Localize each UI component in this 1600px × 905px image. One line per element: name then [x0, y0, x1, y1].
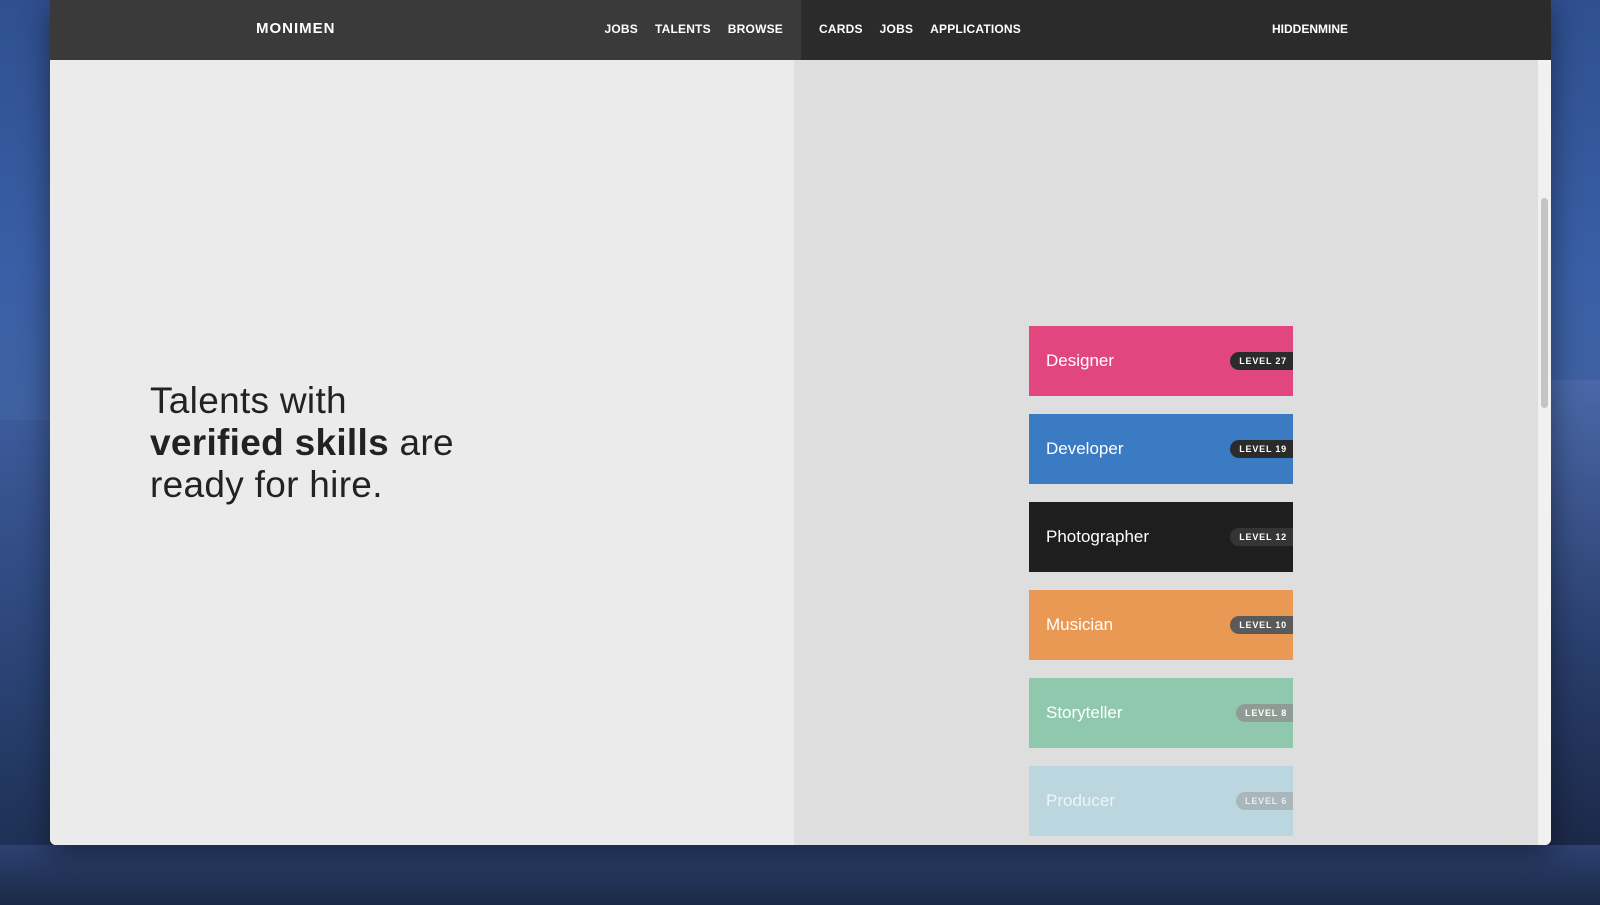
logo[interactable]: MONIMEN [256, 20, 336, 37]
level-badge: LEVEL 8 [1236, 704, 1293, 722]
level-badge: LEVEL 6 [1236, 792, 1293, 810]
hero-headline: Talents with verified skills are ready f… [150, 380, 454, 506]
hero-bold: verified skills [150, 422, 389, 463]
hero-line-3: ready for hire. [150, 464, 383, 505]
topbar-left: MONIMEN JOBS TALENTS BROWSE [50, 0, 801, 60]
skill-card-designer[interactable]: Designer LEVEL 27 [1029, 326, 1293, 396]
card-title: Musician [1046, 615, 1114, 634]
card-title: Producer [1046, 791, 1115, 810]
card-title: Photographer [1046, 527, 1150, 546]
level-badge: LEVEL 19 [1230, 440, 1293, 458]
card-title: Developer [1046, 439, 1124, 458]
wallpaper-right [1548, 380, 1600, 905]
wallpaper-bottom [0, 845, 1600, 905]
level-badge: LEVEL 12 [1230, 528, 1293, 546]
hero-line-2: verified skills are [150, 422, 454, 464]
card-title: Designer [1046, 351, 1115, 370]
skill-card-producer[interactable]: Producer LEVEL 6 [1029, 766, 1293, 836]
skill-card-developer[interactable]: Developer LEVEL 19 [1029, 414, 1293, 484]
user-name[interactable]: HIDDENMINE [1272, 22, 1348, 36]
scrollbar-thumb[interactable] [1541, 198, 1548, 408]
level-badge: LEVEL 27 [1230, 352, 1293, 370]
skill-cards: Designer LEVEL 27 Developer LEVEL 19 Pho… [1029, 326, 1293, 845]
nav-cards[interactable]: CARDS [819, 22, 863, 36]
skill-card-photographer[interactable]: Photographer LEVEL 12 [1029, 502, 1293, 572]
top-navigation: MONIMEN JOBS TALENTS BROWSE CARDS JOBS A… [50, 0, 1551, 60]
scrollbar[interactable] [1538, 60, 1551, 845]
hero-line-2-rest: are [388, 422, 454, 463]
nav-applications[interactable]: APPLICATIONS [930, 22, 1021, 36]
nav-right: CARDS JOBS APPLICATIONS [819, 22, 1021, 36]
nav-browse[interactable]: BROWSE [728, 22, 783, 36]
skill-card-storyteller[interactable]: Storyteller LEVEL 8 [1029, 678, 1293, 748]
nav-talents[interactable]: TALENTS [655, 22, 711, 36]
cards-panel: Designer LEVEL 27 Developer LEVEL 19 Pho… [794, 60, 1538, 845]
hero-line-1: Talents with [150, 380, 347, 421]
card-title: Storyteller [1046, 703, 1123, 722]
nav-left: JOBS TALENTS BROWSE [604, 22, 783, 36]
browser-window: MONIMEN JOBS TALENTS BROWSE CARDS JOBS A… [50, 0, 1551, 845]
topbar-right: CARDS JOBS APPLICATIONS HIDDENMINE [801, 0, 1551, 60]
hero-panel: Talents with verified skills are ready f… [50, 60, 794, 845]
level-badge: LEVEL 10 [1230, 616, 1293, 634]
nav-jobs-secondary[interactable]: JOBS [880, 22, 913, 36]
nav-jobs[interactable]: JOBS [604, 22, 637, 36]
skill-card-musician[interactable]: Musician LEVEL 10 [1029, 590, 1293, 660]
